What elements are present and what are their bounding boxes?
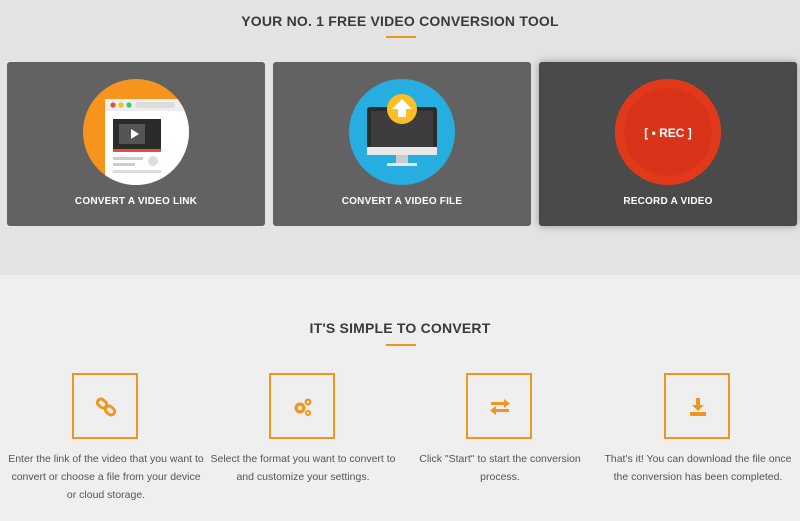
record-icon: [ • REC ] — [615, 79, 721, 185]
rec-text: [ • REC ] — [644, 126, 692, 140]
step-description: That's it! You can download the file onc… — [604, 453, 792, 483]
title-underline — [386, 36, 416, 38]
step-icon-box — [269, 373, 335, 439]
step-description: Enter the link of the video that you wan… — [8, 453, 204, 501]
step-icon-box — [72, 373, 138, 439]
page-title: YOUR NO. 1 FREE VIDEO CONVERSION TOOL — [241, 13, 559, 29]
swap-arrows-icon — [490, 399, 510, 415]
step-description: Click "Start" to start the conversion pr… — [419, 453, 581, 483]
convert-video-link-card[interactable]: CONVERT A VIDEO LINK — [7, 62, 265, 226]
section-underline — [386, 344, 416, 346]
gears-icon — [294, 398, 312, 416]
video-link-icon — [83, 79, 189, 185]
card-label: CONVERT A VIDEO LINK — [74, 196, 198, 207]
step-icon-box — [466, 373, 532, 439]
link-icon — [95, 397, 117, 417]
download-icon — [690, 398, 706, 416]
card-label: CONVERT A VIDEO FILE — [341, 196, 463, 207]
record-video-card[interactable]: [ • REC ] RECORD A VIDEO — [539, 62, 797, 226]
card-label: RECORD A VIDEO — [623, 196, 713, 207]
convert-video-file-card[interactable]: CONVERT A VIDEO FILE — [273, 62, 531, 226]
step-description: Select the format you want to convert to… — [210, 453, 396, 483]
step-icon-box — [664, 373, 730, 439]
monitor-upload-icon — [349, 79, 455, 185]
section-title: IT'S SIMPLE TO CONVERT — [309, 320, 491, 336]
